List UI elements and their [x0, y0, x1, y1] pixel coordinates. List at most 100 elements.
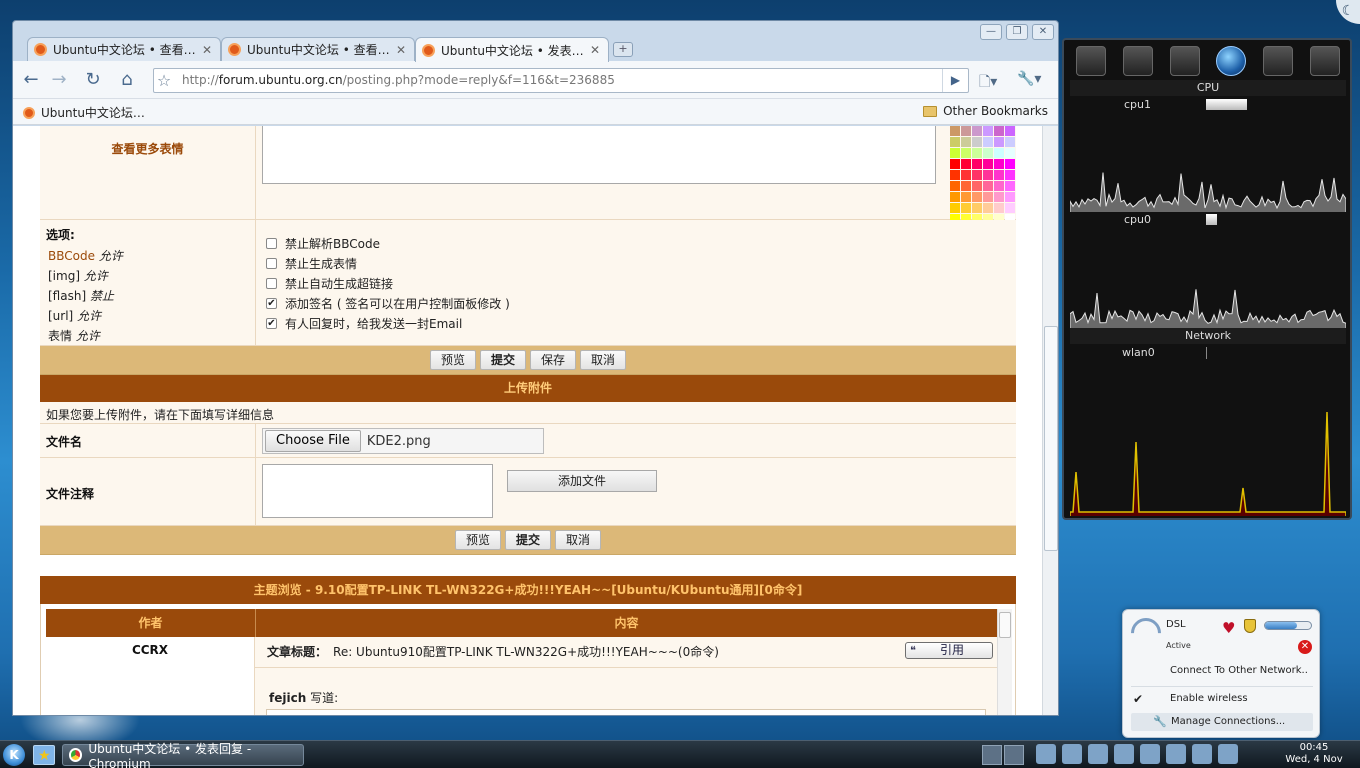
file-input[interactable]: Choose File KDE2.png [262, 428, 544, 454]
forward-arrow-icon[interactable]: → [47, 69, 71, 93]
temperature-icon[interactable] [1169, 46, 1200, 76]
palette-swatch[interactable] [983, 148, 993, 158]
palette-swatch[interactable] [994, 170, 1004, 180]
add-file-button[interactable]: 添加文件 [507, 470, 657, 492]
palette-swatch[interactable] [1005, 148, 1015, 158]
page-scrollbar[interactable] [1042, 126, 1058, 715]
palette-swatch[interactable] [972, 137, 982, 147]
palette-swatch[interactable] [961, 126, 971, 136]
submit-button[interactable]: 提交 [479, 350, 526, 370]
new-tab-button[interactable]: + [613, 42, 633, 57]
network-globe-icon[interactable] [1216, 46, 1247, 76]
tab-close-icon[interactable]: ✕ [394, 43, 408, 57]
submit-button[interactable]: 提交 [504, 530, 551, 550]
palette-swatch[interactable] [1005, 126, 1015, 136]
palette-swatch[interactable] [961, 137, 971, 147]
palette-swatch[interactable] [972, 181, 982, 191]
palette-swatch[interactable] [972, 148, 982, 158]
palette-swatch[interactable] [961, 148, 971, 158]
palette-swatch[interactable] [950, 203, 960, 213]
tab-close-icon[interactable]: ✕ [200, 43, 214, 57]
palette-swatch[interactable] [983, 192, 993, 202]
pager-desktop-1[interactable] [982, 745, 1002, 765]
memory-icon[interactable] [1262, 46, 1293, 76]
pager-desktop-2[interactable] [1004, 745, 1024, 765]
palette-swatch[interactable] [1005, 192, 1015, 202]
close-window-button[interactable]: ✕ [1032, 24, 1054, 40]
palette-swatch[interactable] [950, 159, 960, 169]
palette-swatch[interactable] [994, 159, 1004, 169]
keyboard-icon[interactable] [1218, 744, 1238, 764]
option-disable-bbcode[interactable]: 禁止解析BBCode [266, 233, 1010, 253]
palette-swatch[interactable] [950, 148, 960, 158]
scroll-thumb[interactable] [1044, 326, 1058, 551]
file-comment-textarea[interactable] [262, 464, 493, 518]
bookmark-item[interactable]: Ubuntu中文论坛… [23, 104, 145, 121]
palette-swatch[interactable] [950, 181, 960, 191]
palette-swatch[interactable] [961, 181, 971, 191]
disconnect-icon[interactable]: ✕ [1298, 640, 1312, 654]
palette-swatch[interactable] [994, 126, 1004, 136]
home-icon[interactable]: ⌂ [115, 69, 139, 93]
clock[interactable]: 00:45 Wed, 4 Nov [1276, 742, 1352, 766]
more-smilies-link[interactable]: 查看更多表情 [46, 140, 249, 157]
minimize-button[interactable]: — [980, 24, 1002, 40]
checkbox[interactable] [266, 257, 277, 269]
palette-swatch[interactable] [1005, 137, 1015, 147]
info-icon[interactable] [1166, 744, 1186, 764]
cpu-chip-icon[interactable] [1309, 46, 1340, 76]
scroll-thumb[interactable] [999, 612, 1011, 638]
palette-swatch[interactable] [983, 126, 993, 136]
palette-swatch[interactable] [972, 159, 982, 169]
network-tray-icon[interactable] [1114, 744, 1134, 764]
desktop-toolbox-button[interactable]: ☾ [1336, 0, 1360, 24]
bbcode-link[interactable]: BBCode [48, 249, 95, 263]
palette-swatch[interactable] [961, 203, 971, 213]
task-chromium[interactable]: Ubuntu中文论坛 • 发表回复 - Chromium [62, 742, 304, 768]
save-button[interactable]: 保存 [530, 350, 577, 370]
go-arrow-icon[interactable]: ▶ [942, 69, 968, 92]
checkbox[interactable] [266, 237, 277, 249]
choose-file-button[interactable]: Choose File [265, 430, 361, 452]
page-menu-icon[interactable]: 🗋▾ [979, 71, 997, 95]
other-bookmarks[interactable]: Other Bookmarks [923, 104, 1048, 118]
tab-3-active[interactable]: Ubuntu中文论坛 • 发表… ✕ [415, 37, 609, 62]
option-disable-magic-url[interactable]: 禁止自动生成超链接 [266, 273, 1010, 293]
maximize-button[interactable]: ❐ [1006, 24, 1028, 40]
option-notify[interactable]: ✔ 有人回复时，给我发送一封Email [266, 313, 1010, 333]
preview-button[interactable]: 预览 [429, 350, 476, 370]
enable-wireless-toggle[interactable]: Enable wireless [1170, 693, 1248, 704]
palette-swatch[interactable] [983, 181, 993, 191]
palette-swatch[interactable] [972, 170, 982, 180]
option-attach-signature[interactable]: ✔ 添加签名 ( 签名可以在用户控制面板修改 ) [266, 293, 1010, 313]
checkbox-checked[interactable]: ✔ [266, 317, 277, 329]
palette-swatch[interactable] [994, 181, 1004, 191]
palette-swatch[interactable] [1005, 159, 1015, 169]
cancel-button[interactable]: 取消 [580, 350, 627, 370]
manage-connections-button[interactable]: 🔧 Manage Connections... [1131, 713, 1313, 731]
palette-swatch[interactable] [950, 192, 960, 202]
topic-review-scrollbar[interactable] [997, 609, 1012, 715]
palette-swatch[interactable] [983, 203, 993, 213]
palette-swatch[interactable] [1005, 203, 1015, 213]
checkbox[interactable] [266, 277, 277, 289]
preview-button[interactable]: 预览 [454, 530, 501, 550]
palette-swatch[interactable] [950, 126, 960, 136]
clipboard-icon[interactable] [1088, 744, 1108, 764]
checkbox-checked[interactable]: ✔ [266, 297, 277, 309]
palette-swatch[interactable] [983, 137, 993, 147]
bookmark-star-icon[interactable]: ☆ [152, 70, 176, 92]
palette-swatch[interactable] [950, 170, 960, 180]
device-notifier-icon[interactable] [1192, 744, 1212, 764]
quote-button[interactable]: ❝ 引用 [905, 642, 993, 659]
wrench-menu-icon[interactable]: 🔧▾ [1017, 71, 1041, 87]
tab-2[interactable]: Ubuntu中文论坛 • 查看… ✕ [221, 37, 415, 61]
connect-other-network-link[interactable]: Connect To Other Network.. [1170, 665, 1308, 676]
address-bar[interactable]: ☆ http://forum.ubuntu.org.cn/posting.php… [153, 68, 969, 93]
url-text[interactable]: http://forum.ubuntu.org.cn/posting.php?m… [182, 73, 615, 87]
reload-icon[interactable]: ↻ [81, 69, 105, 93]
favorite-heart-icon[interactable]: ♥ [1222, 619, 1235, 637]
palette-swatch[interactable] [961, 192, 971, 202]
volume-icon[interactable] [1062, 744, 1082, 764]
palette-swatch[interactable] [972, 192, 982, 202]
